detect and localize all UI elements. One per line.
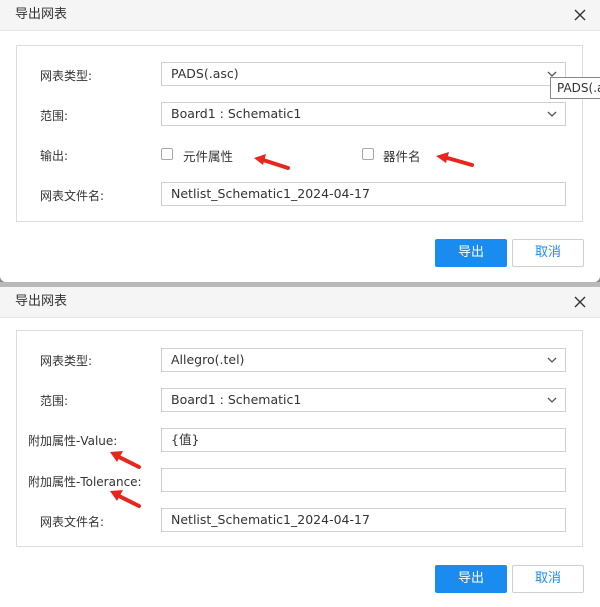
- filename-value: Netlist_Schematic1_2024-04-17: [171, 186, 370, 201]
- netlist-type-label: 网表类型:: [40, 69, 93, 83]
- netlist-type-label: 网表类型:: [40, 354, 93, 368]
- output-label: 输出:: [40, 149, 69, 163]
- filename-label: 网表文件名:: [40, 189, 105, 203]
- export-button[interactable]: 导出: [435, 239, 507, 267]
- filename-label: 网表文件名:: [40, 515, 105, 529]
- value-attribute-input[interactable]: {值}: [161, 428, 566, 452]
- export-button[interactable]: 导出: [435, 565, 507, 593]
- component-attributes-label: 元件属性: [183, 149, 234, 164]
- filename-input[interactable]: Netlist_Schematic1_2024-04-17: [161, 182, 566, 206]
- scope-label: 范围:: [40, 109, 69, 123]
- export-netlist-dialog-allegro: 导出网表 网表类型: Allegro(.tel) 范围: Board1 : Sc…: [0, 287, 600, 607]
- component-attributes-checkbox[interactable]: [161, 148, 173, 160]
- value-attribute-label: 附加属性-Value:: [28, 434, 118, 448]
- dialog-titlebar: 导出网表: [0, 287, 600, 318]
- netlist-type-tooltip: PADS(.asc: [550, 77, 600, 99]
- annotation-arrow: [436, 152, 474, 167]
- device-name-checkbox[interactable]: [362, 148, 374, 160]
- scope-value: Board1 : Schematic1: [171, 106, 302, 121]
- export-netlist-dialog-pads: 导出网表 网表类型: PADS(.asc) 范围: Board1 : Schem…: [0, 0, 600, 282]
- netlist-type-select[interactable]: PADS(.asc): [161, 62, 566, 86]
- cancel-button[interactable]: 取消: [512, 565, 584, 593]
- scope-label: 范围:: [40, 394, 69, 408]
- filename-value: Netlist_Schematic1_2024-04-17: [171, 512, 370, 527]
- annotation-arrow: [110, 451, 141, 469]
- scope-select[interactable]: Board1 : Schematic1: [161, 388, 566, 412]
- close-icon[interactable]: [570, 5, 590, 25]
- device-name-label: 器件名: [383, 149, 421, 164]
- netlist-type-value: PADS(.asc): [171, 66, 239, 81]
- close-icon[interactable]: [570, 292, 590, 312]
- tolerance-attribute-input[interactable]: [161, 468, 566, 492]
- annotation-arrow: [254, 154, 290, 170]
- dialog-titlebar: 导出网表: [0, 0, 600, 31]
- scope-value: Board1 : Schematic1: [171, 392, 302, 407]
- annotation-arrow: [110, 490, 141, 508]
- value-attribute-value: {值}: [171, 432, 200, 447]
- scope-select[interactable]: Board1 : Schematic1: [161, 102, 566, 126]
- netlist-type-value: Allegro(.tel): [171, 352, 245, 367]
- netlist-type-select[interactable]: Allegro(.tel): [161, 348, 566, 372]
- dialog-title: 导出网表: [15, 7, 68, 22]
- filename-input[interactable]: Netlist_Schematic1_2024-04-17: [161, 508, 566, 532]
- dialog-title: 导出网表: [15, 294, 68, 309]
- cancel-button[interactable]: 取消: [512, 239, 584, 267]
- chevron-down-icon: [547, 397, 557, 403]
- chevron-down-icon: [547, 357, 557, 363]
- chevron-down-icon: [547, 111, 557, 117]
